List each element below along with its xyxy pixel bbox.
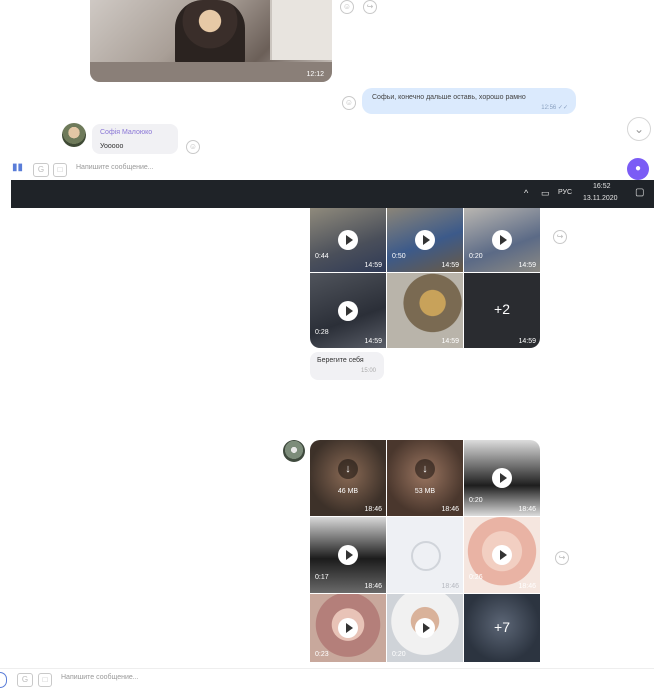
play-icon	[338, 300, 358, 321]
media-time: 18:46	[364, 583, 382, 590]
media-cell[interactable]: +7	[464, 594, 540, 662]
video-duration: 0:50	[392, 253, 406, 260]
play-icon	[338, 230, 358, 250]
outgoing-message-time: 12:56 ✓✓	[541, 105, 568, 111]
gif-icon[interactable]: G	[17, 673, 33, 687]
file-size: 53 MB	[414, 488, 436, 495]
media-cell[interactable]: 14:59	[387, 273, 463, 348]
avatar[interactable]	[62, 123, 86, 147]
video-message[interactable]: 12:12	[90, 0, 332, 82]
caption-text: Берегите себя	[317, 357, 364, 364]
caption-message[interactable]: Берегите себя 15:00	[310, 352, 384, 380]
media-grid: ↓ 46 MB 18:46 ↓ 53 MB 18:46 0:20 18:46 0…	[310, 440, 540, 662]
download-icon[interactable]: ↓	[415, 458, 435, 479]
file-size: 46 MB	[337, 488, 359, 495]
media-time: 18:46	[364, 506, 382, 513]
media-cell[interactable]: 0:50 14:59	[387, 208, 463, 272]
play-icon	[338, 545, 358, 565]
message-input[interactable]: Напишите сообщение...	[76, 164, 154, 171]
outgoing-message[interactable]: Софьи, конечно дальше оставь, хорошо рам…	[362, 88, 576, 114]
reaction-icon[interactable]: ☺	[186, 140, 200, 154]
media-cell[interactable]: 0:20	[387, 594, 463, 662]
outgoing-message-text: Софьи, конечно дальше оставь, хорошо рам…	[372, 94, 526, 101]
media-cell[interactable]: 0:20 14:59	[464, 208, 540, 272]
download-icon[interactable]: ↓	[338, 458, 358, 479]
attachment-icon[interactable]	[0, 672, 7, 688]
media-cell[interactable]: 0:23	[310, 594, 386, 662]
caption-time: 15:00	[360, 368, 376, 374]
forward-icon[interactable]: ↪	[553, 230, 567, 244]
media-cell[interactable]: 0:20 18:46	[464, 440, 540, 516]
compose-bar: ▮▮ G □ Напишите сообщение... ●	[0, 158, 654, 180]
media-time: 14:59	[518, 262, 536, 269]
more-media-count: +2	[494, 301, 510, 317]
sender-name: Софія Малоюко	[100, 129, 153, 136]
more-media-count: +7	[494, 618, 510, 635]
media-cell[interactable]: ↓ 53 MB 18:46	[387, 440, 463, 516]
language-indicator[interactable]: РУС	[558, 189, 572, 196]
message-preview: Уооооо	[100, 143, 124, 150]
microphone-button[interactable]: ●	[627, 158, 649, 180]
floor-image	[90, 62, 332, 82]
media-time: 18:46	[518, 506, 536, 513]
forward-icon[interactable]: ↪	[363, 0, 377, 14]
reaction-icon[interactable]: ☺	[342, 96, 356, 110]
video-duration: 0:28	[315, 329, 329, 336]
play-icon	[492, 468, 512, 488]
media-cell[interactable]: 18:46	[387, 517, 463, 593]
media-time: 14:59	[364, 338, 382, 345]
media-cell[interactable]: 0:44 14:59	[310, 208, 386, 272]
video-duration: 0:20	[392, 651, 406, 658]
gif-icon[interactable]: G	[33, 163, 49, 177]
network-icon[interactable]: ▭	[541, 188, 550, 199]
incoming-message[interactable]: Софія Малоюко Уооооо	[92, 124, 178, 154]
play-icon	[415, 618, 435, 638]
media-cell[interactable]: +2 14:59	[464, 273, 540, 348]
taskbar: ^ ▭ РУС 16:52 13.11.2020 ▢	[11, 180, 654, 208]
video-duration: 0:20	[469, 497, 483, 504]
reaction-icon[interactable]: ☺	[340, 0, 354, 14]
media-grid: 0:44 14:59 0:50 14:59 0:20 14:59 0:28 14…	[310, 208, 540, 348]
loading-play-icon	[411, 541, 441, 571]
forward-icon[interactable]: ↪	[555, 551, 569, 565]
play-icon	[338, 618, 358, 638]
cabinet-image	[270, 0, 332, 60]
clock-date: 13.11.2020	[583, 195, 618, 202]
media-cell[interactable]: 0:28 14:59	[310, 273, 386, 348]
video-time: 12:12	[306, 71, 324, 78]
video-duration: 0:17	[315, 574, 329, 581]
media-time: 18:46	[518, 583, 536, 590]
video-duration: 0:20	[469, 253, 483, 260]
video-duration: 0:26	[469, 574, 483, 581]
video-duration: 0:44	[315, 253, 329, 260]
scroll-down-button[interactable]: ⌄	[627, 117, 651, 141]
media-time: 14:59	[364, 262, 382, 269]
sticker-icon[interactable]: □	[38, 673, 52, 687]
sticker-icon[interactable]: □	[53, 163, 67, 177]
message-input[interactable]: Напишите сообщение...	[61, 674, 139, 681]
media-time: 14:59	[441, 338, 459, 345]
clock-time: 16:52	[593, 183, 611, 190]
media-cell[interactable]: 0:26 18:46	[464, 517, 540, 593]
chevron-up-icon[interactable]: ^	[524, 188, 528, 198]
person-image	[175, 0, 245, 70]
media-cell[interactable]: 0:17 18:46	[310, 517, 386, 593]
compose-bar: G □ Напишите сообщение...	[0, 668, 654, 691]
avatar[interactable]	[283, 440, 305, 462]
attachment-icon[interactable]: ▮▮	[12, 162, 23, 173]
play-icon	[492, 545, 512, 565]
media-time: 14:59	[441, 262, 459, 269]
media-time: 18:46	[441, 506, 459, 513]
media-time: 18:46	[441, 583, 459, 590]
play-icon	[492, 230, 512, 250]
play-icon	[415, 230, 435, 250]
media-cell[interactable]: ↓ 46 MB 18:46	[310, 440, 386, 516]
media-time: 14:59	[518, 338, 536, 345]
notifications-icon[interactable]: ▢	[635, 187, 644, 198]
video-duration: 0:23	[315, 651, 329, 658]
